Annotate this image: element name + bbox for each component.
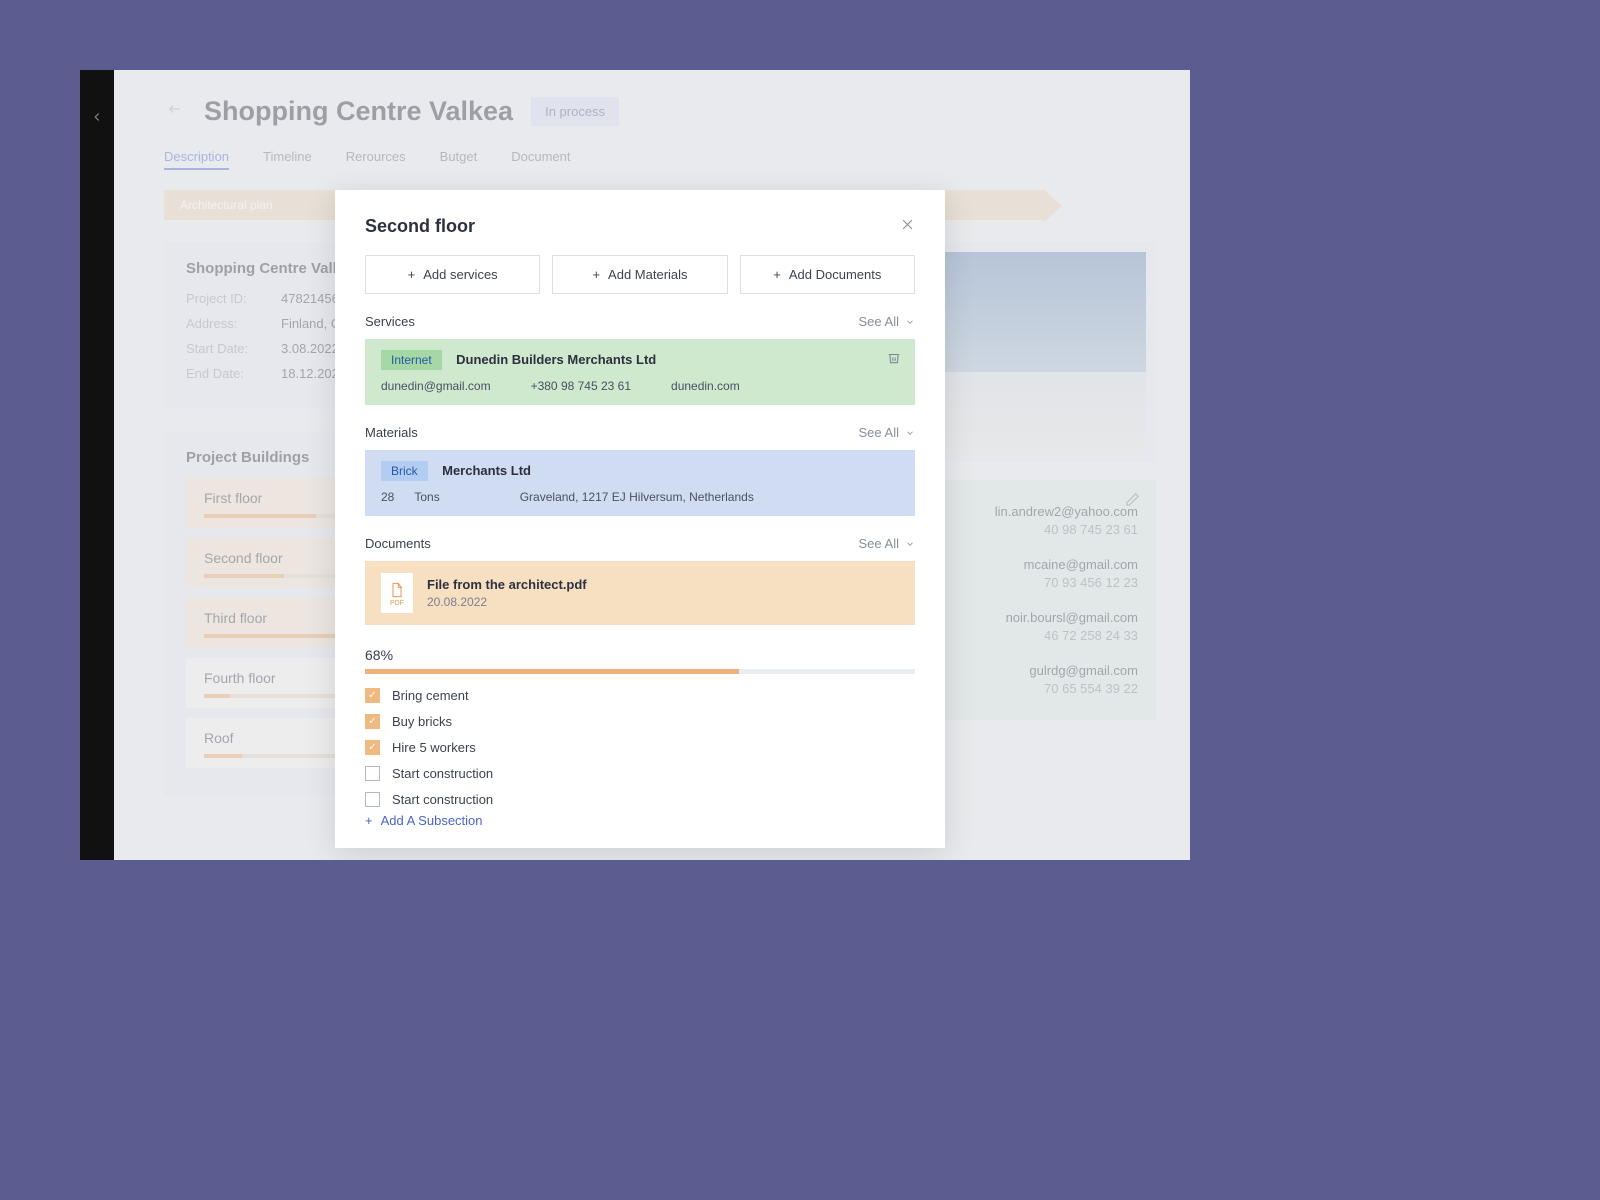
- material-unit: Tons: [414, 490, 439, 504]
- todo-row[interactable]: Start construction: [365, 792, 915, 807]
- checkbox-checked[interactable]: [365, 714, 380, 729]
- service-chip: Internet: [381, 350, 442, 370]
- todo-label: Start construction: [392, 792, 493, 807]
- add-documents-button[interactable]: + Add Documents: [740, 255, 915, 294]
- document-date: 20.08.2022: [427, 595, 587, 609]
- material-chip: Brick: [381, 461, 428, 481]
- add-documents-label: Add Documents: [789, 267, 882, 282]
- add-subsection-label: Add A Subsection: [381, 813, 483, 828]
- documents-heading: Documents: [365, 536, 431, 551]
- modal-title: Second floor: [365, 216, 475, 237]
- add-services-label: Add services: [423, 267, 497, 282]
- checkbox[interactable]: [365, 792, 380, 807]
- checkbox-checked[interactable]: [365, 688, 380, 703]
- service-email: dunedin@gmail.com: [381, 379, 491, 393]
- todo-label: Bring cement: [392, 688, 469, 703]
- todo-row[interactable]: Start construction: [365, 766, 915, 781]
- floor-detail-modal: Second floor + Add services + Add Material…: [335, 190, 945, 848]
- add-materials-button[interactable]: + Add Materials: [552, 255, 727, 294]
- checkbox-checked[interactable]: [365, 740, 380, 755]
- todo-row[interactable]: Buy bricks: [365, 714, 915, 729]
- todo-label: Buy bricks: [392, 714, 452, 729]
- app-frame: Shopping Centre Valkea In process Descri…: [80, 70, 1190, 860]
- service-site: dunedin.com: [671, 379, 740, 393]
- checkbox[interactable]: [365, 766, 380, 781]
- trash-icon[interactable]: [887, 351, 901, 370]
- todo-row[interactable]: Hire 5 workers: [365, 740, 915, 755]
- plus-icon: +: [365, 813, 373, 828]
- material-addr: Graveland, 1217 EJ Hilversum, Netherland…: [520, 490, 754, 504]
- left-sidebar: [80, 70, 114, 860]
- document-name: File from the architect.pdf: [427, 577, 587, 592]
- todo-row[interactable]: Bring cement: [365, 688, 915, 703]
- documents-see-all[interactable]: See All: [859, 536, 915, 551]
- progress-bar: [365, 669, 915, 674]
- services-see-all[interactable]: See All: [859, 314, 915, 329]
- material-qty: 28: [381, 490, 394, 504]
- plus-icon: +: [408, 267, 416, 282]
- add-subsection-link[interactable]: + Add A Subsection: [365, 813, 915, 828]
- menu-back-icon[interactable]: [90, 110, 104, 129]
- plus-icon: +: [773, 267, 781, 282]
- close-icon[interactable]: [900, 217, 915, 237]
- todo-label: Hire 5 workers: [392, 740, 476, 755]
- materials-see-all[interactable]: See All: [859, 425, 915, 440]
- material-name: Merchants Ltd: [442, 463, 531, 478]
- progress-label: 68%: [365, 647, 915, 663]
- add-materials-label: Add Materials: [608, 267, 687, 282]
- material-card[interactable]: Brick Merchants Ltd 28 Tons Graveland, 1…: [365, 450, 915, 516]
- todo-label: Start construction: [392, 766, 493, 781]
- document-card[interactable]: PDF File from the architect.pdf 20.08.20…: [365, 561, 915, 625]
- service-phone: +380 98 745 23 61: [531, 379, 631, 393]
- materials-heading: Materials: [365, 425, 418, 440]
- services-heading: Services: [365, 314, 415, 329]
- plus-icon: +: [592, 267, 600, 282]
- pdf-icon: PDF: [381, 573, 413, 613]
- service-card[interactable]: Internet Dunedin Builders Merchants Ltd …: [365, 339, 915, 405]
- add-services-button[interactable]: + Add services: [365, 255, 540, 294]
- service-name: Dunedin Builders Merchants Ltd: [456, 352, 656, 367]
